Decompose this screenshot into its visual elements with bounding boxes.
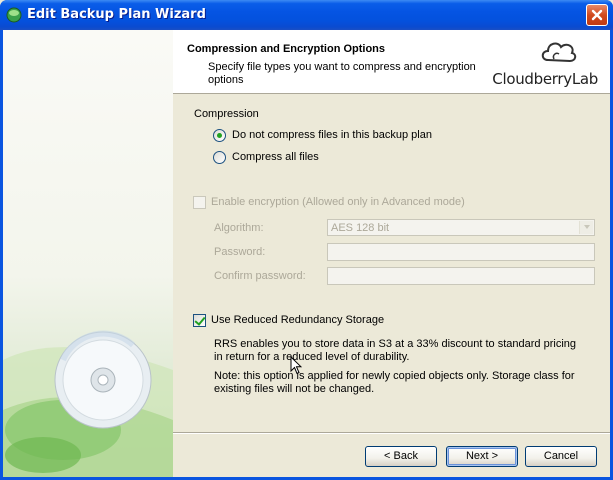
back-button[interactable]: < Back (365, 446, 437, 467)
backup-disc-illustration (3, 330, 173, 477)
confirm-password-input[interactable] (327, 267, 595, 285)
rrs-label[interactable]: Use Reduced Redundancy Storage (211, 314, 384, 326)
wizard-header: Compression and Encryption Options Speci… (173, 30, 610, 94)
wizard-side-artwork (3, 30, 173, 477)
password-input[interactable] (327, 243, 595, 261)
enable-encryption-label[interactable]: Enable encryption (Allowed only in Advan… (211, 196, 465, 208)
mouse-cursor-icon (290, 356, 302, 375)
app-icon (6, 7, 22, 23)
cancel-button[interactable]: Cancel (525, 446, 597, 467)
next-button[interactable]: Next > (446, 446, 518, 467)
close-icon (591, 9, 603, 21)
footer-divider (173, 432, 610, 434)
no-compression-label[interactable]: Do not compress files in this backup pla… (232, 129, 432, 141)
close-button[interactable] (586, 4, 608, 26)
algorithm-label: Algorithm: (214, 222, 264, 234)
logo-text: CloudberryLab (492, 70, 598, 88)
window-title: Edit Backup Plan Wizard (27, 7, 206, 22)
algorithm-value: AES 128 bit (331, 222, 390, 234)
enable-encryption-checkbox[interactable] (193, 196, 206, 209)
chevron-down-icon[interactable] (579, 221, 593, 234)
title-bar[interactable]: Edit Backup Plan Wizard (0, 0, 613, 30)
options-panel: Compression Do not compress files in thi… (173, 95, 610, 432)
wizard-window: Edit Backup Plan Wizard Compression and … (0, 0, 613, 480)
password-label: Password: (214, 246, 266, 258)
compress-all-radio[interactable] (213, 151, 226, 164)
no-compression-radio[interactable] (213, 129, 226, 142)
confirm-password-label: Confirm password: (214, 270, 306, 282)
compression-group-label: Compression (194, 108, 259, 120)
compress-all-label[interactable]: Compress all files (232, 151, 319, 163)
wizard-client-area: Compression and Encryption Options Speci… (3, 30, 610, 477)
cloud-logo-icon (541, 42, 577, 63)
rrs-note: Note: this option is applied for newly c… (214, 370, 575, 395)
algorithm-select[interactable]: AES 128 bit (327, 219, 595, 236)
rrs-description: RRS enables you to store data in S3 at a… (214, 338, 576, 363)
rrs-checkbox[interactable] (193, 314, 206, 327)
page-subtitle: Specify file types you want to compress … (208, 61, 476, 86)
page-title: Compression and Encryption Options (187, 43, 386, 55)
cloudberry-logo: CloudberryLab (492, 38, 598, 88)
